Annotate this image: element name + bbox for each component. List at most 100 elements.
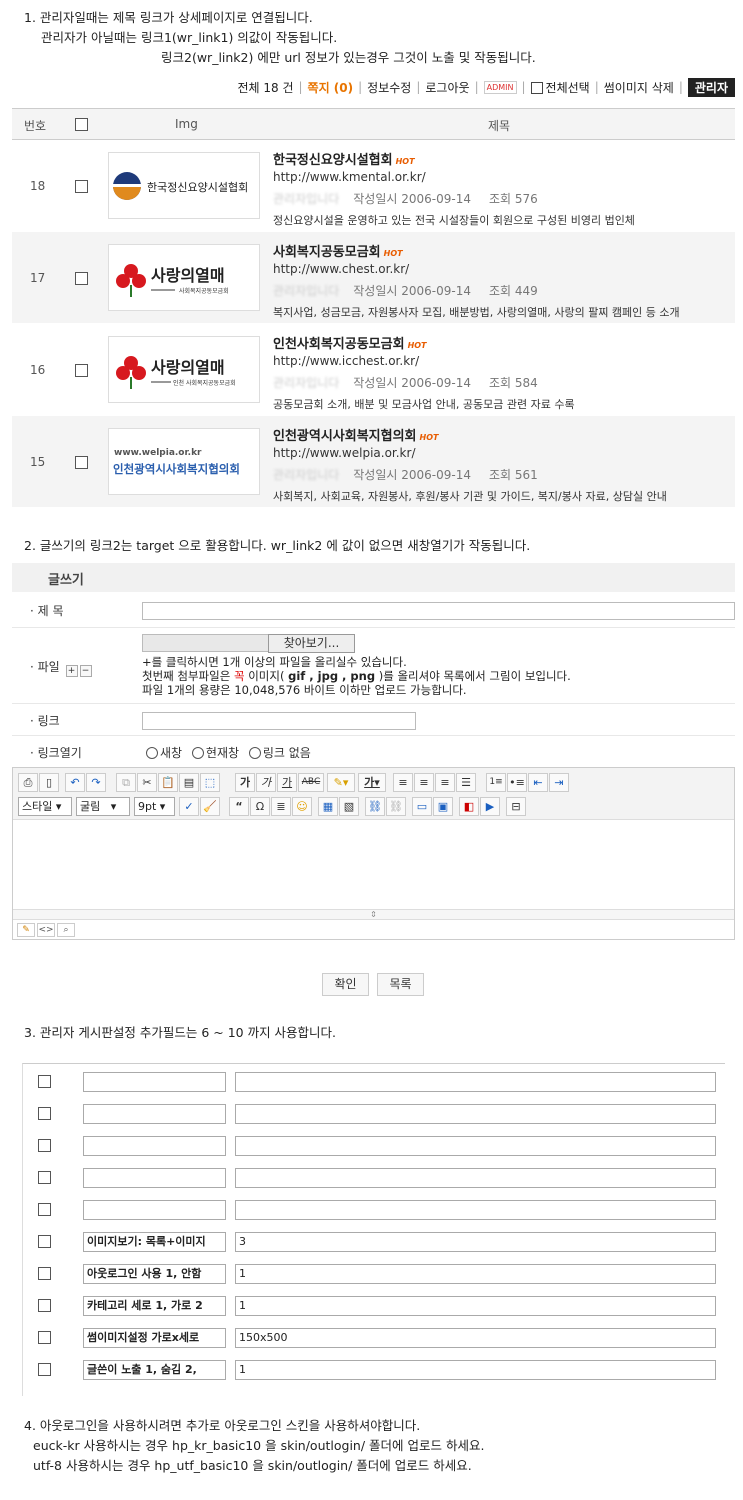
clear-format-icon[interactable]: 🧹: [200, 797, 220, 816]
align-center-icon[interactable]: ≡: [414, 773, 434, 792]
minus-icon[interactable]: −: [79, 665, 92, 677]
page-break-icon[interactable]: ⊟: [506, 797, 526, 816]
row-checkbox[interactable]: [38, 1235, 51, 1248]
field-name-input[interactable]: 아웃로그인 사용 1, 안함: [83, 1264, 226, 1284]
field-value-input[interactable]: [235, 1104, 716, 1124]
row-title[interactable]: 사회복지공동모금회 HOT: [273, 241, 403, 260]
style-select[interactable]: 스타일 ▾: [18, 797, 72, 816]
field-name-input[interactable]: [83, 1168, 226, 1188]
field-value-input[interactable]: [235, 1168, 716, 1188]
paste-icon[interactable]: 📋: [158, 773, 178, 792]
size-select[interactable]: 9pt ▾: [134, 797, 175, 816]
align-justify-icon[interactable]: ☰: [456, 773, 476, 792]
cut-icon[interactable]: ✂: [137, 773, 157, 792]
select-all-checkbox[interactable]: [530, 81, 543, 94]
unlink-icon[interactable]: ⛓: [386, 797, 406, 816]
header-checkbox[interactable]: [75, 118, 88, 131]
select-all[interactable]: 전체선택: [530, 79, 590, 96]
preview-mode-icon[interactable]: ⌕: [57, 923, 75, 937]
field-value-input[interactable]: 1: [235, 1264, 716, 1284]
align-left-icon[interactable]: ≡: [393, 773, 413, 792]
row-checkbox[interactable]: [38, 1171, 51, 1184]
source-mode-icon[interactable]: <>: [37, 923, 55, 937]
field-value-input[interactable]: [235, 1200, 716, 1220]
row-checkbox[interactable]: [38, 1139, 51, 1152]
paste-text-icon[interactable]: ▤: [179, 773, 199, 792]
select-all-icon[interactable]: ⬚: [200, 773, 220, 792]
thumbnail[interactable]: www.welpia.or.kr 인천광역시사회복지협의회: [108, 428, 260, 495]
field-name-input[interactable]: [83, 1200, 226, 1220]
thumbnail[interactable]: 사랑의열매 사회복지공동모금회: [108, 244, 260, 311]
row-title[interactable]: 인천광역시사회복지협의회 HOT: [273, 425, 438, 444]
row-checkbox[interactable]: [38, 1299, 51, 1312]
row-checkbox[interactable]: [38, 1203, 51, 1216]
field-value-input[interactable]: 1: [235, 1296, 716, 1316]
radio-current[interactable]: [191, 747, 204, 759]
bold-icon[interactable]: 가: [235, 773, 255, 792]
row-url[interactable]: http://www.chest.or.kr/: [273, 262, 409, 276]
row-checkbox[interactable]: [75, 272, 88, 285]
special-char-icon[interactable]: Ω: [250, 797, 270, 816]
edit-mode-icon[interactable]: ✎: [17, 923, 35, 937]
table-edit-icon[interactable]: ▧: [339, 797, 359, 816]
table-icon[interactable]: ▦: [318, 797, 338, 816]
opt-current-window[interactable]: 현재창: [191, 746, 239, 760]
image-edit-icon[interactable]: ▣: [433, 797, 453, 816]
thumbnail[interactable]: 한국정신요양시설협회: [108, 152, 260, 219]
field-value-input[interactable]: [235, 1136, 716, 1156]
field-name-input[interactable]: 썸이미지설정 가로x세로: [83, 1328, 226, 1348]
font-color-icon[interactable]: 가▾: [358, 773, 386, 792]
radio-new[interactable]: [146, 747, 158, 759]
spellcheck-icon[interactable]: ✓: [179, 797, 199, 816]
file-path-input[interactable]: [142, 634, 269, 652]
delete-thumbnails-link[interactable]: 썸이미지 삭제: [604, 79, 674, 96]
row-checkbox[interactable]: [75, 364, 88, 377]
row-checkbox[interactable]: [75, 180, 88, 193]
unordered-list-icon[interactable]: •≡: [507, 773, 527, 792]
ordered-list-icon[interactable]: 1≡: [486, 773, 506, 792]
redo-icon[interactable]: ↷: [86, 773, 106, 792]
field-name-input[interactable]: 카테고리 세로 1, 가로 2: [83, 1296, 226, 1316]
strikethrough-icon[interactable]: ABC: [298, 773, 324, 792]
plus-icon[interactable]: +: [65, 665, 78, 677]
row-url[interactable]: http://www.kmental.or.kr/: [273, 170, 426, 184]
field-value-input[interactable]: 150x500: [235, 1328, 716, 1348]
italic-icon[interactable]: 가: [256, 773, 276, 792]
row-url[interactable]: http://www.welpia.or.kr/: [273, 446, 415, 460]
logout-link[interactable]: 로그아웃: [425, 79, 469, 96]
print-icon[interactable]: ⎙: [18, 773, 38, 792]
row-checkbox[interactable]: [38, 1331, 51, 1344]
admin-tag[interactable]: ADMIN: [483, 80, 517, 94]
radio-none[interactable]: [248, 747, 261, 759]
flash-icon[interactable]: ◧: [459, 797, 479, 816]
new-doc-icon[interactable]: ▯: [39, 773, 59, 792]
field-name-input[interactable]: [83, 1104, 226, 1124]
edit-info-link[interactable]: 정보수정: [367, 79, 411, 96]
media-icon[interactable]: ▶: [480, 797, 500, 816]
browse-button[interactable]: 찾아보기...: [268, 634, 355, 653]
undo-icon[interactable]: ↶: [65, 773, 85, 792]
field-value-input[interactable]: 3: [235, 1232, 716, 1252]
list-button[interactable]: 목록: [377, 973, 424, 996]
row-checkbox[interactable]: [38, 1267, 51, 1280]
resize-handle-icon[interactable]: ⇕: [13, 910, 734, 920]
field-name-input[interactable]: 이미지보기: 목록+이미지: [83, 1232, 226, 1252]
subject-input[interactable]: [142, 602, 735, 620]
row-checkbox[interactable]: [75, 456, 88, 469]
blockquote-icon[interactable]: “: [229, 797, 249, 816]
align-right-icon[interactable]: ≡: [435, 773, 455, 792]
row-title[interactable]: 한국정신요양시설협회 HOT: [273, 149, 415, 168]
opt-no-link[interactable]: 링크 없음: [248, 746, 311, 760]
copy-icon[interactable]: ⧉: [116, 773, 136, 792]
emoticon-icon[interactable]: ☺: [292, 797, 312, 816]
row-checkbox[interactable]: [38, 1363, 51, 1376]
link-input[interactable]: [142, 712, 416, 730]
image-icon[interactable]: ▭: [412, 797, 432, 816]
link-icon[interactable]: ⛓: [365, 797, 385, 816]
row-url[interactable]: http://www.icchest.or.kr/: [273, 354, 419, 368]
highlight-icon[interactable]: ✎▾: [327, 773, 355, 792]
underline-icon[interactable]: 가: [277, 773, 297, 792]
row-title[interactable]: 인천사회복지공동모금회 HOT: [273, 333, 427, 352]
confirm-button[interactable]: 확인: [322, 973, 369, 996]
field-name-input[interactable]: [83, 1072, 226, 1092]
